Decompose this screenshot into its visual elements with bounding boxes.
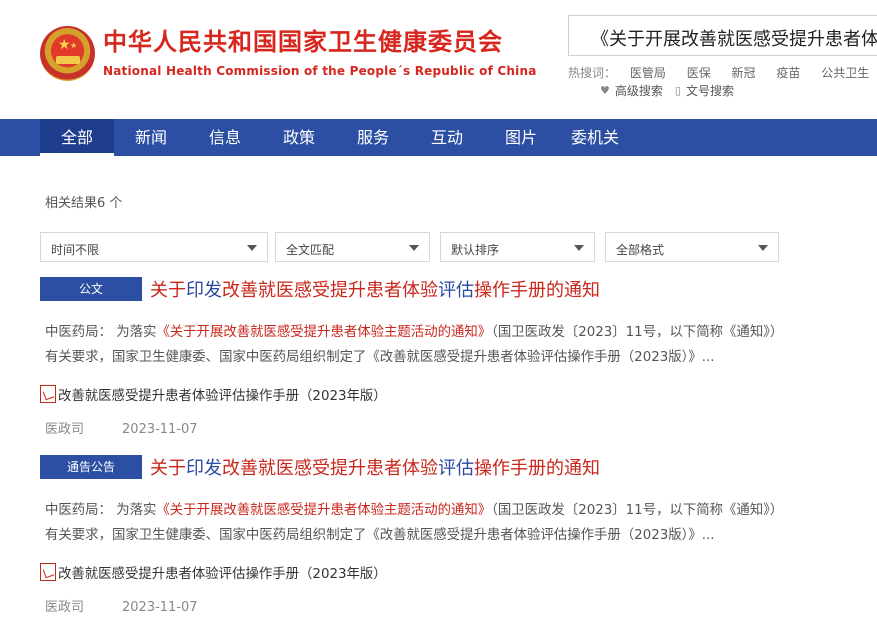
result-attachment-link[interactable]: 改善就医感受提升患者体验评估操作手册（2023年版） (40, 562, 800, 582)
result-date: 2023-11-07 (122, 422, 198, 437)
pdf-icon (40, 563, 56, 581)
result-meta: 医政司 2023-11-07 (40, 596, 800, 615)
match-filter-select[interactable]: 全文匹配 (275, 232, 430, 262)
hot-word-link[interactable]: 公共卫生 (821, 66, 869, 80)
result-source: 医政司 (45, 422, 85, 437)
nav-tab-info[interactable]: 信息 (188, 119, 262, 156)
search-input[interactable]: 《关于开展改善就医感受提升患者体 (568, 15, 877, 56)
nav-tab-news[interactable]: 新闻 (114, 119, 188, 156)
hot-search-words: 热搜词： 医管局 医保 新冠 疫苗 公共卫生 疫情 (568, 64, 877, 81)
national-emblem-icon: ★ ★ (40, 26, 95, 81)
hot-word-link[interactable]: 疫苗 (776, 66, 800, 80)
chevron-down-icon (758, 245, 768, 251)
result-title-link[interactable]: 关于印发改善就医感受提升患者体验评估操作手册的通知 (150, 276, 600, 302)
search-result-item: 公文 关于印发改善就医感受提升患者体验评估操作手册的通知 中医药局： 为落实《关于… (40, 276, 800, 437)
doc-number-search-link[interactable]: ▯ 文号搜索 (675, 82, 734, 99)
nav-tab-interaction[interactable]: 互动 (410, 119, 484, 156)
result-summary: 中医药局： 为落实《关于开展改善就医感受提升患者体验主题活动的通知》（国卫医政发… (45, 325, 784, 365)
site-header: ★ ★ 中华人民共和国国家卫生健康委员会 National Health Comm… (0, 0, 877, 119)
location-pin-icon: ♥ (600, 84, 610, 97)
result-category-tag: 通告公告 (40, 455, 142, 479)
nav-tab-service[interactable]: 服务 (336, 119, 410, 156)
nav-tab-departments[interactable]: 委机关 (558, 119, 632, 156)
nav-tab-images[interactable]: 图片 (484, 119, 558, 156)
nav-tab-all[interactable]: 全部 (40, 119, 114, 156)
sort-filter-select[interactable]: 默认排序 (440, 232, 595, 262)
document-icon: ▯ (674, 84, 681, 97)
hot-word-link[interactable]: 医管局 (630, 66, 666, 80)
filter-bar: 时间不限 全文匹配 默认排序 全部格式 (40, 232, 786, 262)
search-result-item: 通告公告 关于印发改善就医感受提升患者体验评估操作手册的通知 中医药局： 为落实《… (40, 454, 800, 615)
site-name-cn: 中华人民共和国国家卫生健康委员会 (103, 28, 503, 56)
time-filter-select[interactable]: 时间不限 (40, 232, 268, 262)
chevron-down-icon (247, 245, 257, 251)
format-filter-select[interactable]: 全部格式 (605, 232, 779, 262)
nav-tab-policy[interactable]: 政策 (262, 119, 336, 156)
result-attachment-link[interactable]: 改善就医感受提升患者体验评估操作手册（2023年版） (40, 384, 800, 404)
hot-word-link[interactable]: 医保 (687, 66, 711, 80)
main-nav: 全部 新闻 信息 政策 服务 互动 图片 委机关 (0, 119, 877, 156)
result-category-tag: 公文 (40, 277, 142, 301)
result-meta: 医政司 2023-11-07 (40, 418, 800, 437)
advanced-search-link[interactable]: ♥ 高级搜索 (600, 82, 663, 99)
search-options: ♥ 高级搜索 ▯ 文号搜索 (600, 82, 746, 99)
site-name-en: National Health Commission of the People… (103, 64, 537, 78)
result-summary: 中医药局： 为落实《关于开展改善就医感受提升患者体验主题活动的通知》（国卫医政发… (45, 503, 784, 543)
site-logo[interactable]: ★ ★ 中华人民共和国国家卫生健康委员会 National Health Comm… (40, 26, 537, 81)
pdf-icon (40, 385, 56, 403)
chevron-down-icon (409, 245, 419, 251)
result-count: 相关结果6 个 (45, 196, 123, 211)
result-date: 2023-11-07 (122, 600, 198, 615)
result-source: 医政司 (45, 600, 85, 615)
hot-label: 热搜词： (568, 66, 617, 80)
result-title-link[interactable]: 关于印发改善就医感受提升患者体验评估操作手册的通知 (150, 454, 600, 480)
hot-word-link[interactable]: 新冠 (732, 66, 756, 80)
chevron-down-icon (574, 245, 584, 251)
